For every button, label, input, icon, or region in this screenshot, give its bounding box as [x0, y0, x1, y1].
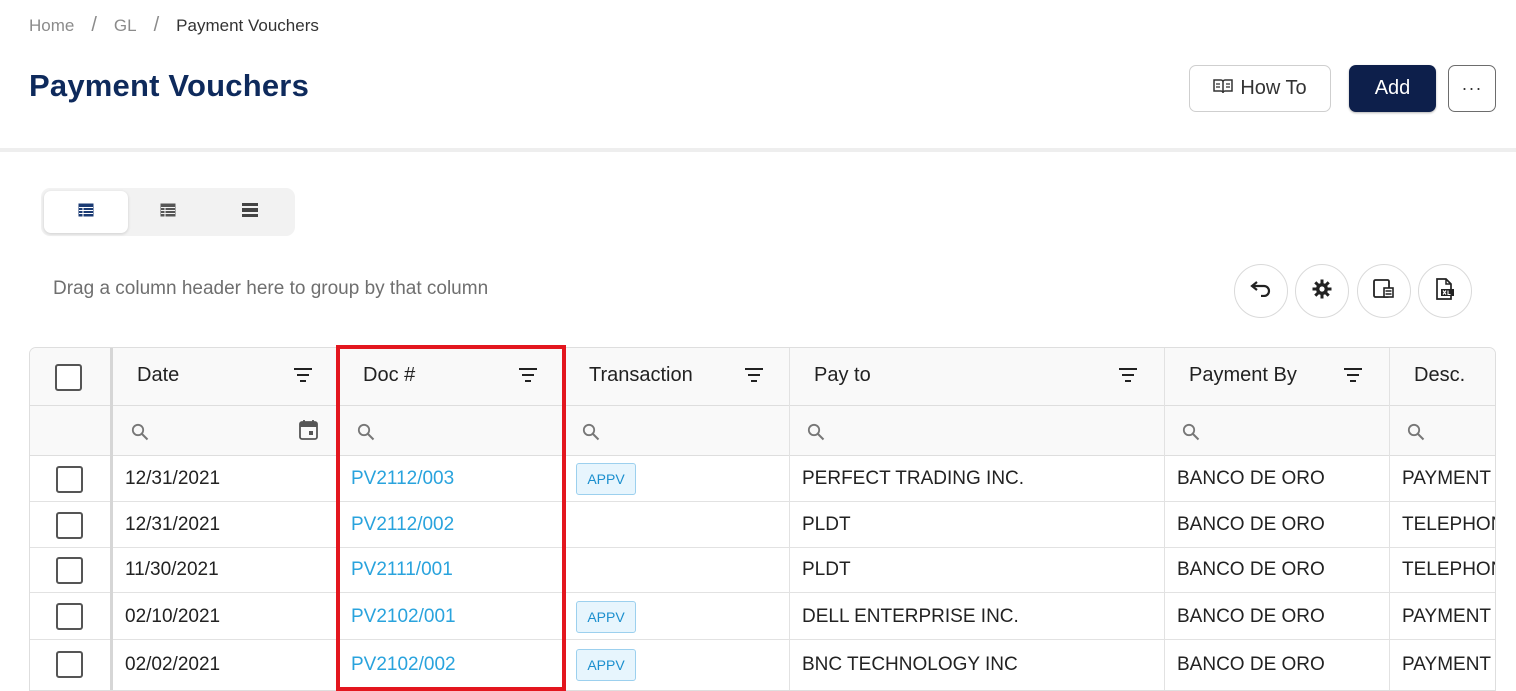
column-divider [563, 348, 564, 690]
breadcrumb-separator: / [91, 14, 97, 36]
cell-date: 02/02/2021 [125, 654, 221, 675]
transaction-badge: APPV [576, 649, 636, 681]
column-header-desc[interactable]: Desc. [1414, 364, 1465, 387]
column-divider [337, 348, 338, 690]
cell-date: 12/31/2021 [125, 468, 221, 489]
cell-date: 12/31/2021 [125, 514, 221, 535]
export-excel-icon [1435, 277, 1455, 305]
add-button[interactable]: Add [1349, 65, 1436, 112]
cell-payment-by: BANCO DE ORO [1177, 654, 1325, 675]
undo-button[interactable] [1234, 264, 1288, 318]
filter-icon[interactable] [744, 367, 764, 388]
cell-pay-to: PLDT [802, 559, 851, 580]
row-checkbox[interactable] [56, 603, 83, 630]
search-icon[interactable] [1182, 423, 1200, 446]
row-divider [30, 639, 1495, 640]
row-divider [30, 592, 1495, 593]
search-icon[interactable] [1407, 423, 1425, 446]
transaction-badge: APPV [576, 463, 636, 495]
breadcrumb-home[interactable]: Home [29, 16, 74, 36]
breadcrumb-gl[interactable]: GL [114, 16, 137, 36]
cell-doc-link[interactable]: PV2102/002 [351, 654, 456, 676]
cell-desc: TELEPHON [1402, 514, 1496, 535]
select-all-checkbox[interactable] [55, 364, 82, 391]
cell-pay-to: DELL ENTERPRISE INC. [802, 606, 1019, 627]
compact-view-icon [242, 202, 258, 222]
row-checkbox[interactable] [56, 466, 83, 493]
filter-icon[interactable] [518, 367, 538, 388]
breadcrumb-current: Payment Vouchers [176, 15, 319, 35]
column-divider [110, 348, 113, 690]
cell-desc: PAYMENT I [1402, 654, 1496, 675]
cell-pay-to: PLDT [802, 514, 851, 535]
row-checkbox[interactable] [56, 557, 83, 584]
how-to-label: How To [1240, 77, 1307, 99]
column-header-payment-by[interactable]: Payment By [1189, 364, 1297, 387]
how-to-button[interactable]: How To [1189, 65, 1331, 112]
column-chooser-button[interactable] [1357, 264, 1411, 318]
row-divider [30, 501, 1495, 502]
cell-payment-by: BANCO DE ORO [1177, 468, 1325, 489]
cell-pay-to: PERFECT TRADING INC. [802, 468, 1025, 489]
view-mode-toggle [41, 188, 295, 236]
column-divider [789, 348, 790, 690]
cell-payment-by: BANCO DE ORO [1177, 514, 1325, 535]
cell-desc: PAYMENT I [1402, 468, 1496, 489]
table-view-icon [78, 203, 94, 222]
gear-icon [1312, 279, 1332, 304]
cell-date: 02/10/2021 [125, 606, 221, 627]
cell-pay-to: BNC TECHNOLOGY INC [802, 654, 1018, 675]
cell-desc: TELEPHON [1402, 559, 1496, 580]
cell-doc-link[interactable]: PV2112/002 [351, 514, 454, 536]
search-icon[interactable] [131, 423, 149, 446]
cell-date: 11/30/2021 [125, 559, 219, 580]
grid-filter-row [30, 406, 1495, 456]
cell-desc: PAYMENT I [1402, 606, 1496, 627]
row-checkbox[interactable] [56, 651, 83, 678]
compact-view-button[interactable] [208, 191, 292, 233]
column-divider [1389, 348, 1390, 690]
search-icon[interactable] [807, 423, 825, 446]
filter-icon[interactable] [293, 367, 313, 388]
column-header-date[interactable]: Date [137, 364, 179, 387]
filter-icon[interactable] [1343, 367, 1363, 388]
search-icon[interactable] [582, 423, 600, 446]
settings-button[interactable] [1295, 264, 1349, 318]
payment-vouchers-grid: Date Doc # Transaction Pay to Payment By… [29, 347, 1496, 691]
column-header-doc[interactable]: Doc # [363, 364, 415, 387]
column-chooser-icon [1373, 278, 1395, 304]
ellipsis-icon: ··· [1461, 78, 1483, 98]
cell-doc-link[interactable]: PV2102/001 [351, 606, 456, 628]
cell-payment-by: BANCO DE ORO [1177, 606, 1325, 627]
cell-doc-link[interactable]: PV2112/003 [351, 468, 454, 490]
book-icon [1213, 77, 1234, 100]
export-excel-button[interactable] [1418, 264, 1472, 318]
cell-payment-by: BANCO DE ORO [1177, 559, 1325, 580]
breadcrumb-separator: / [153, 14, 160, 36]
row-checkbox[interactable] [56, 512, 83, 539]
transaction-badge: APPV [576, 601, 636, 633]
column-divider [1164, 348, 1165, 690]
list-view-button[interactable] [126, 191, 210, 233]
group-panel-hint: Drag a column header here to group by th… [53, 278, 489, 299]
page-title: Payment Vouchers [29, 68, 310, 103]
breadcrumb: Home / GL / Payment Vouchers [29, 14, 319, 37]
column-header-transaction[interactable]: Transaction [589, 364, 693, 387]
calendar-icon[interactable] [299, 419, 318, 445]
undo-icon [1250, 280, 1272, 302]
header-divider [0, 148, 1516, 152]
filter-icon[interactable] [1118, 367, 1138, 388]
list-view-icon [160, 203, 176, 222]
cell-doc-link[interactable]: PV2111/001 [351, 559, 453, 581]
search-icon[interactable] [357, 423, 375, 446]
row-divider [30, 547, 1495, 548]
column-header-pay-to[interactable]: Pay to [814, 364, 871, 387]
more-options-button[interactable]: ··· [1448, 65, 1496, 112]
table-view-button[interactable] [44, 191, 128, 233]
